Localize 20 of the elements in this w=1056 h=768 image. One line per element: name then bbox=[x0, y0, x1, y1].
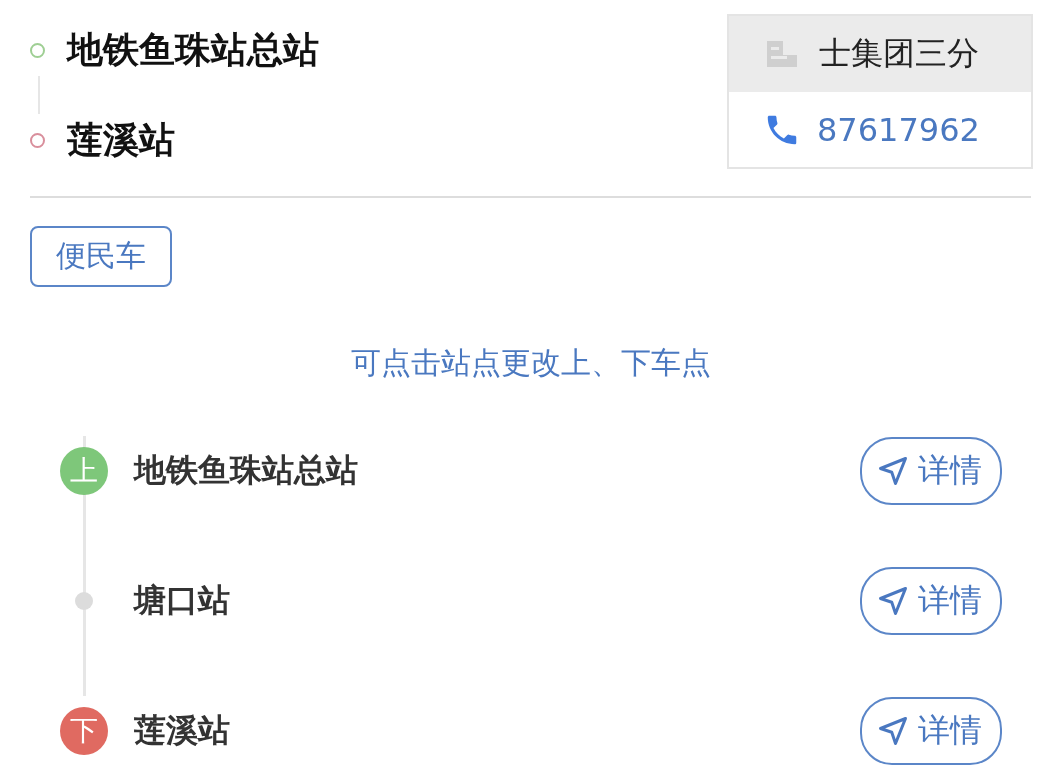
destination-station: 莲溪站 bbox=[67, 117, 175, 162]
stop-name[interactable]: 莲溪站 bbox=[134, 709, 860, 753]
details-button[interactable]: 详情 bbox=[860, 697, 1002, 765]
navigation-arrow-icon bbox=[878, 716, 908, 746]
details-button[interactable]: 详情 bbox=[860, 567, 1002, 635]
hint-text: 可点击站点更改上、下车点 bbox=[350, 344, 712, 382]
origin-ring-icon bbox=[30, 42, 45, 58]
navigation-arrow-icon bbox=[878, 456, 908, 486]
bus-type-label: 便民车 bbox=[30, 226, 172, 287]
company-name: 士集团三分 bbox=[819, 33, 979, 74]
details-button[interactable]: 详情 bbox=[860, 437, 1002, 505]
navigation-arrow-icon bbox=[878, 586, 908, 616]
building-icon bbox=[767, 41, 797, 67]
destination-ring-icon bbox=[30, 132, 45, 148]
boarding-badge: 上 bbox=[60, 447, 108, 495]
alighting-badge: 下 bbox=[60, 707, 108, 755]
phone-number[interactable]: 87617962 bbox=[817, 110, 980, 149]
stop-name[interactable]: 地铁鱼珠站总站 bbox=[134, 449, 860, 493]
origin-station: 地铁鱼珠站总站 bbox=[67, 27, 319, 72]
stop-name[interactable]: 塘口站 bbox=[134, 579, 860, 623]
